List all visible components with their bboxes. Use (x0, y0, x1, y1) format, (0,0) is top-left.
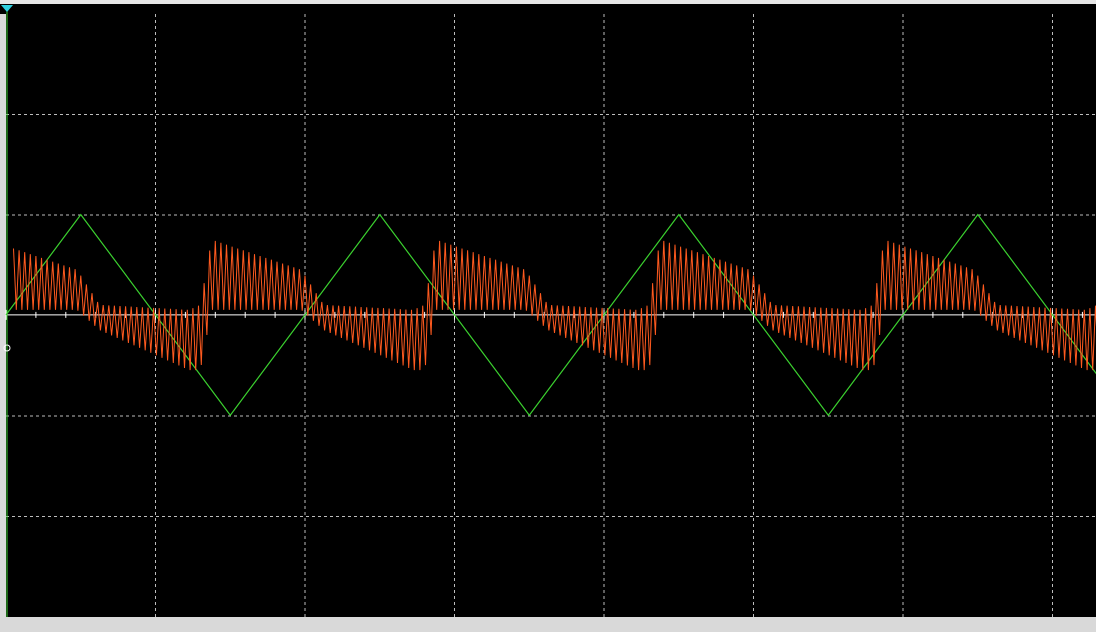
top-strip (0, 4, 1096, 14)
top-bezel (0, 0, 1096, 4)
scope-plot (0, 0, 1096, 632)
bottom-bezel (0, 617, 1096, 632)
oscilloscope-display (0, 0, 1096, 632)
